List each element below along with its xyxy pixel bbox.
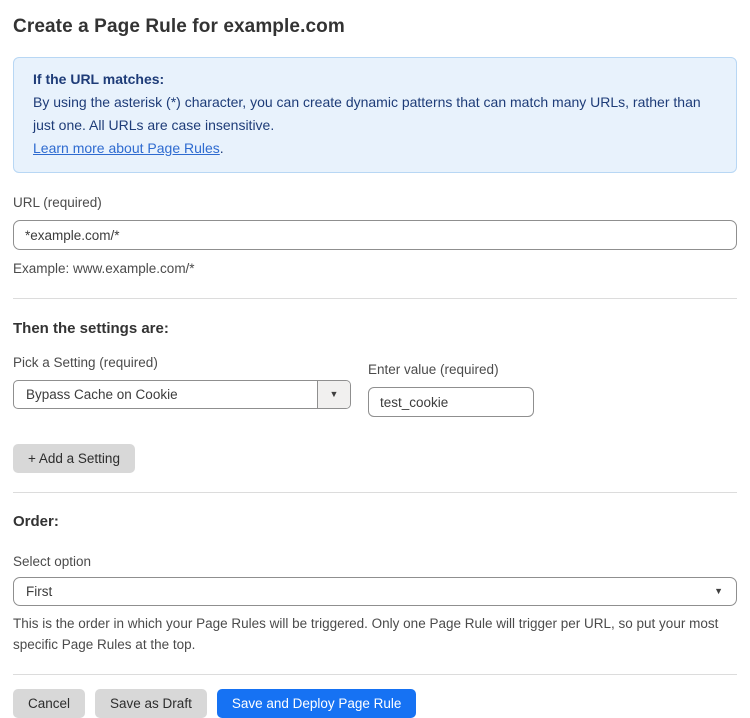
url-example-help: Example: www.example.com/*: [13, 258, 737, 279]
url-field-label: URL (required): [13, 195, 102, 210]
select-option-label: Select option: [13, 554, 737, 569]
setting-select[interactable]: Bypass Cache on Cookie ▼: [13, 380, 351, 409]
chevron-down-icon: ▼: [714, 587, 723, 596]
url-section: URL (required) Example: www.example.com/…: [13, 194, 737, 279]
order-help-text: This is the order in which your Page Rul…: [13, 613, 737, 655]
create-page-rule-form: Create a Page Rule for example.com If th…: [0, 0, 750, 718]
info-box-heading: If the URL matches:: [33, 68, 717, 91]
url-input[interactable]: [13, 220, 737, 250]
order-section: Order: Select option First ▼ This is the…: [13, 513, 737, 655]
setting-select-value: Bypass Cache on Cookie: [14, 381, 317, 408]
save-draft-button[interactable]: Save as Draft: [95, 689, 207, 718]
info-box-body: By using the asterisk (*) character, you…: [33, 91, 717, 137]
pick-setting-column: Pick a Setting (required) Bypass Cache o…: [13, 354, 351, 417]
setting-select-button[interactable]: ▼: [317, 381, 350, 408]
info-box-link-line: Learn more about Page Rules.: [33, 137, 717, 160]
enter-value-column: Enter value (required): [368, 361, 534, 417]
learn-more-link[interactable]: Learn more about Page Rules: [33, 140, 220, 156]
link-period: .: [220, 140, 224, 156]
order-heading: Order:: [13, 513, 737, 530]
add-setting-button[interactable]: + Add a Setting: [13, 444, 135, 473]
pick-setting-label: Pick a Setting (required): [13, 355, 158, 370]
settings-row: Pick a Setting (required) Bypass Cache o…: [13, 354, 737, 417]
chevron-down-icon: ▼: [330, 390, 339, 399]
divider: [13, 492, 737, 493]
settings-heading: Then the settings are:: [13, 320, 737, 337]
footer-actions: Cancel Save as Draft Save and Deploy Pag…: [13, 689, 737, 718]
page-title: Create a Page Rule for example.com: [13, 16, 737, 38]
setting-value-input[interactable]: [368, 387, 534, 417]
url-match-info-box: If the URL matches: By using the asteris…: [13, 57, 737, 173]
divider: [13, 298, 737, 299]
cancel-button[interactable]: Cancel: [13, 689, 85, 718]
settings-section: Then the settings are: Pick a Setting (r…: [13, 320, 737, 473]
order-select-value: First: [14, 584, 714, 599]
order-select[interactable]: First ▼: [13, 577, 737, 606]
save-deploy-button[interactable]: Save and Deploy Page Rule: [217, 689, 417, 718]
divider: [13, 674, 737, 675]
enter-value-label: Enter value (required): [368, 362, 499, 377]
